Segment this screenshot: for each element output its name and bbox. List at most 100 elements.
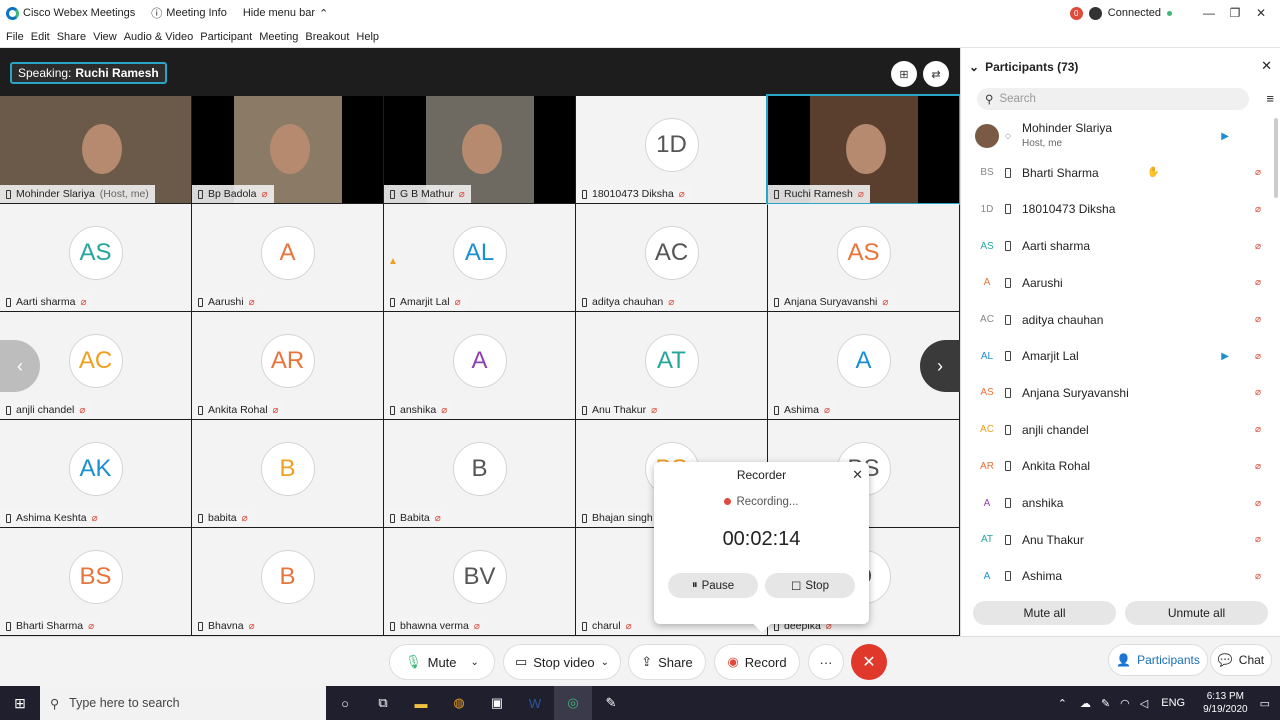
record-button[interactable]: ◉ Record bbox=[714, 644, 800, 680]
muted-microphone-icon[interactable]: ⌀ bbox=[1255, 277, 1261, 288]
participant-search-input[interactable]: ⚲ Search bbox=[977, 88, 1249, 110]
muted-microphone-icon[interactable]: ⌀ bbox=[1255, 534, 1261, 545]
participant-tile[interactable]: Mohinder Slariya (Host, me) bbox=[0, 96, 191, 203]
muted-microphone-icon[interactable]: ⌀ bbox=[1255, 461, 1261, 472]
participant-list-item[interactable]: Aanshika ⌀ bbox=[961, 485, 1280, 521]
participant-list-item[interactable]: AC aditya chauhan ⌀ bbox=[961, 302, 1280, 338]
show-hidden-icons-icon[interactable]: ⌃ bbox=[1058, 697, 1067, 710]
end-meeting-button[interactable]: ✕ bbox=[851, 644, 887, 680]
task-view-icon[interactable]: ⧉ bbox=[364, 686, 402, 720]
minimize-button[interactable]: — bbox=[1196, 6, 1222, 20]
meeting-info-button[interactable]: ⓘ Meeting Info bbox=[151, 5, 227, 21]
participant-tile[interactable]: AL Amarjit Lal ⌀ bbox=[384, 204, 575, 311]
panel-scrollbar[interactable] bbox=[1274, 118, 1278, 198]
chrome-icon[interactable]: ◍ bbox=[440, 686, 478, 720]
participant-list-item[interactable]: AS Aarti sharma ⌀ bbox=[961, 228, 1280, 264]
chat-toggle-button[interactable]: 💬 Chat bbox=[1210, 644, 1272, 676]
participant-list-item[interactable]: A Ashima ⌀ bbox=[961, 558, 1280, 594]
grid-layout-button[interactable]: ⊞ bbox=[891, 61, 917, 87]
participant-tile[interactable]: Ruchi Ramesh ⌀ bbox=[766, 94, 961, 205]
participant-tile[interactable]: Aanshika ⌀ bbox=[384, 312, 575, 419]
participant-tile[interactable]: AC aditya chauhan ⌀ bbox=[576, 204, 767, 311]
muted-microphone-icon[interactable]: ⌀ bbox=[1255, 571, 1261, 582]
participant-list-item[interactable]: 1D 18010473 Diksha ⌀ bbox=[961, 191, 1280, 227]
muted-microphone-icon[interactable]: ⌀ bbox=[1255, 204, 1261, 215]
windows-start-button[interactable]: ⊞ bbox=[0, 686, 40, 720]
hide-menu-bar-button[interactable]: Hide menu bar ⌃ bbox=[243, 7, 328, 20]
participant-tile[interactable]: Bbabita ⌀ bbox=[192, 420, 383, 527]
pause-recording-button[interactable]: ⏸ Pause bbox=[668, 573, 758, 598]
mute-button[interactable]: 🎙 Mute ⌄ bbox=[389, 644, 495, 680]
camera-icon: ▭ bbox=[514, 654, 528, 669]
participant-list-item[interactable]: BS Bharti Sharma ✋ ⌀ bbox=[961, 155, 1280, 191]
participant-tile[interactable]: AS Aarti sharma ⌀ bbox=[0, 204, 191, 311]
menu-file[interactable]: File bbox=[6, 31, 24, 43]
muted-microphone-icon[interactable]: ⌀ bbox=[1255, 241, 1261, 252]
phone-icon bbox=[1005, 241, 1011, 252]
webex-taskbar-icon[interactable]: ◎ bbox=[554, 686, 592, 720]
menu-participant[interactable]: Participant bbox=[200, 31, 252, 43]
participant-tile[interactable]: G B Mathur ⌀ bbox=[384, 96, 575, 203]
taskbar-search-input[interactable]: ⚲ Type here to search bbox=[40, 686, 326, 720]
close-window-button[interactable]: ✕ bbox=[1248, 6, 1274, 20]
sort-icon[interactable]: ≡ bbox=[1266, 91, 1274, 106]
taskbar-clock[interactable]: 6:13 PM 9/19/2020 bbox=[1203, 690, 1248, 716]
participant-tile[interactable]: Bp Badola ⌀ bbox=[192, 96, 383, 203]
language-indicator[interactable]: ENG bbox=[1161, 697, 1185, 709]
menu-share[interactable]: Share bbox=[57, 31, 86, 43]
paint-icon[interactable]: ✎ bbox=[592, 686, 630, 720]
more-options-button[interactable]: ··· bbox=[808, 644, 844, 680]
muted-microphone-icon[interactable]: ⌀ bbox=[1255, 387, 1261, 398]
volume-icon[interactable]: ◁ bbox=[1140, 697, 1148, 710]
participants-toggle-button[interactable]: 👤 Participants bbox=[1108, 644, 1208, 676]
close-recorder-button[interactable]: ✕ bbox=[852, 467, 863, 483]
participant-list-item[interactable]: A Aarushi ⌀ bbox=[961, 265, 1280, 301]
menu-breakout[interactable]: Breakout bbox=[305, 31, 349, 43]
pen-icon[interactable]: ✎ bbox=[1101, 697, 1110, 710]
muted-microphone-icon[interactable]: ⌀ bbox=[1255, 424, 1261, 435]
participant-tile[interactable]: BS Bharti Sharma ⌀ bbox=[0, 528, 191, 635]
stop-recording-button[interactable]: ☐ Stop bbox=[765, 573, 855, 598]
notifications-icon[interactable]: ▭ bbox=[1260, 697, 1270, 710]
participant-list-item[interactable]: AT Anu Thakur ⌀ bbox=[961, 522, 1280, 558]
menu-audio-video[interactable]: Audio & Video bbox=[124, 31, 194, 43]
participant-tile[interactable]: AS Anjana Suryavanshi ⌀ bbox=[768, 204, 959, 311]
participant-tile[interactable]: AR Ankita Rohal ⌀ bbox=[192, 312, 383, 419]
menu-edit[interactable]: Edit bbox=[31, 31, 50, 43]
muted-microphone-icon[interactable]: ⌀ bbox=[1255, 351, 1261, 362]
file-explorer-icon[interactable]: ▬ bbox=[402, 686, 440, 720]
unmute-all-button[interactable]: Unmute all bbox=[1125, 601, 1268, 625]
cloud-icon[interactable]: ☁ bbox=[1080, 697, 1091, 710]
participant-list-item[interactable]: AC anjli chandel ⌀ bbox=[961, 412, 1280, 448]
word-icon[interactable]: W bbox=[516, 686, 554, 720]
participant-tile[interactable]: AT Anu Thakur ⌀ bbox=[576, 312, 767, 419]
participant-tile[interactable]: B Babita ⌀ bbox=[384, 420, 575, 527]
share-button[interactable]: ⇪ Share bbox=[628, 644, 706, 680]
participants-header[interactable]: ⌄ Participants (73) bbox=[969, 60, 1078, 74]
muted-microphone-icon[interactable]: ⌀ bbox=[1255, 498, 1261, 509]
participant-tile[interactable]: BV bhawna verma ⌀ bbox=[384, 528, 575, 635]
notification-badge[interactable]: 0 bbox=[1069, 6, 1083, 20]
cortana-icon[interactable]: ○ bbox=[326, 686, 364, 720]
layout-toggle-button[interactable]: ⇄ bbox=[923, 61, 949, 87]
stop-video-button[interactable]: ▭ Stop video ⌄ bbox=[503, 644, 621, 680]
network-icon[interactable]: ◠ bbox=[1120, 697, 1130, 710]
participant-list-item[interactable]: AS Anjana Suryavanshi ⌀ bbox=[961, 375, 1280, 411]
menu-meeting[interactable]: Meeting bbox=[259, 31, 298, 43]
participant-list-item[interactable]: AL Amarjit Lal ▶ ⌀ bbox=[961, 338, 1280, 374]
participant-list-item[interactable]: ◌ Mohinder Slariya Host, me ▶ bbox=[961, 118, 1280, 154]
face-silhouette bbox=[846, 124, 886, 174]
close-panel-button[interactable]: ✕ bbox=[1261, 58, 1272, 74]
mute-all-button[interactable]: Mute all bbox=[973, 601, 1116, 625]
participant-tile[interactable]: 1D 18010473 Diksha ⌀ bbox=[576, 96, 767, 203]
menu-view[interactable]: View bbox=[93, 31, 117, 43]
participant-tile[interactable]: A Aarushi ⌀ bbox=[192, 204, 383, 311]
participant-list-item[interactable]: AR Ankita Rohal ⌀ bbox=[961, 448, 1280, 484]
store-icon[interactable]: ▣ bbox=[478, 686, 516, 720]
maximize-button[interactable]: ❐ bbox=[1222, 6, 1248, 20]
participant-tile[interactable]: AK Ashima Keshta ⌀ bbox=[0, 420, 191, 527]
menu-help[interactable]: Help bbox=[356, 31, 379, 43]
muted-microphone-icon[interactable]: ⌀ bbox=[1255, 167, 1261, 178]
participant-tile[interactable]: B Bhavna ⌀ bbox=[192, 528, 383, 635]
muted-microphone-icon[interactable]: ⌀ bbox=[1255, 314, 1261, 325]
